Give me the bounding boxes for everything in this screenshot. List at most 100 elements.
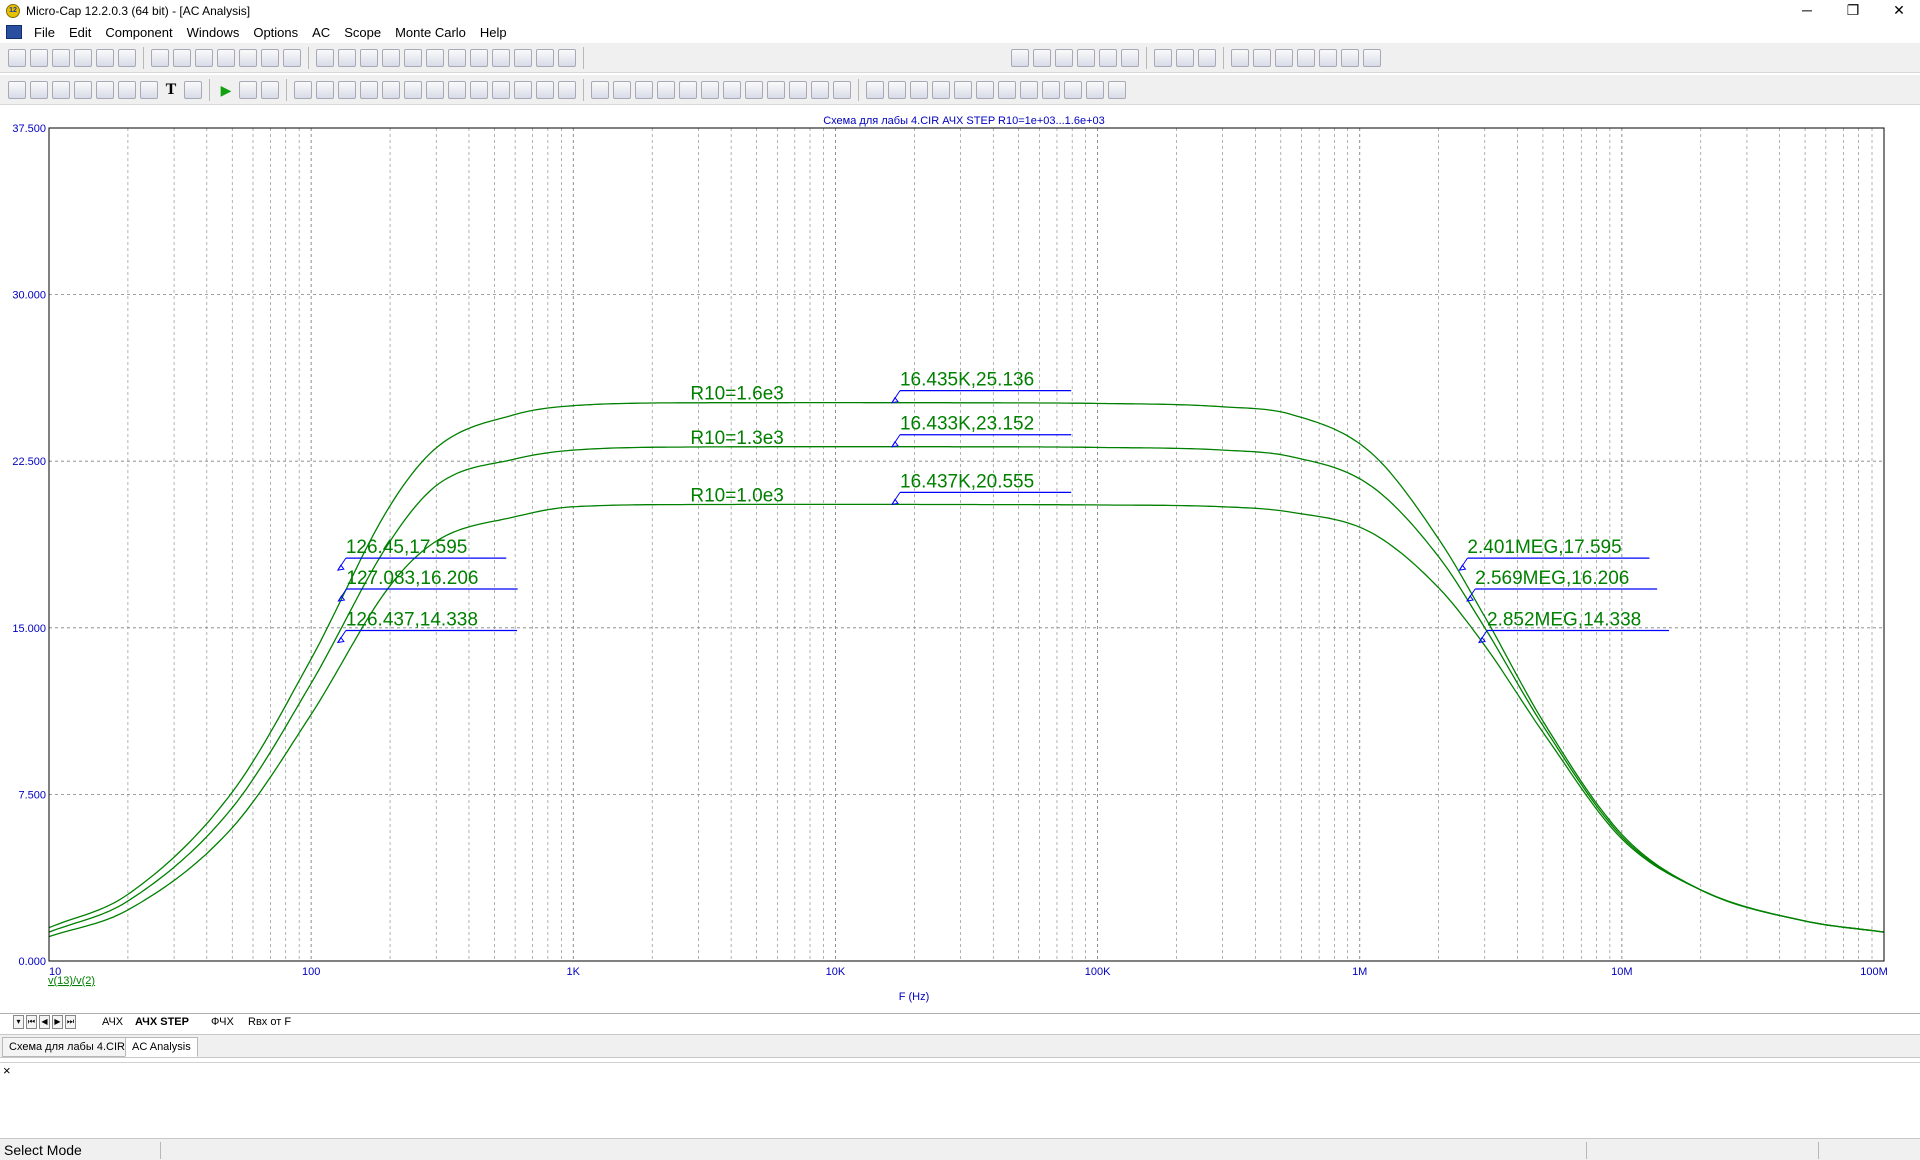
tie-icon[interactable] [558, 48, 576, 67]
battery-icon[interactable] [448, 48, 466, 67]
scale-icon[interactable] [74, 80, 92, 99]
tab-next-icon[interactable]: ▶ [52, 1015, 63, 1029]
point-tag-label[interactable]: 2.852MEG,14.338 [1487, 610, 1641, 631]
high-icon[interactable] [635, 80, 653, 99]
horizontal-tag-icon[interactable] [888, 80, 906, 99]
pan-icon[interactable] [30, 80, 48, 99]
global-low-icon[interactable] [723, 80, 741, 99]
minimize-icon[interactable]: ─ [1784, 0, 1830, 22]
restore-icon[interactable]: ❐ [1830, 0, 1876, 22]
parameters-icon[interactable] [1275, 48, 1293, 67]
point-tag-label[interactable]: 2.569MEG,16.206 [1475, 568, 1629, 589]
select-mode-icon[interactable] [8, 80, 26, 99]
calculator-icon[interactable] [1121, 48, 1139, 67]
plot-icon[interactable] [1341, 48, 1359, 67]
tab-schematic[interactable]: Схема для лабы 4.CIR [2, 1037, 132, 1057]
source-icon[interactable] [492, 48, 510, 67]
page-icon[interactable] [1154, 48, 1172, 67]
component-library-icon[interactable] [1176, 48, 1194, 67]
point-tag-label[interactable]: 127.083,16.206 [346, 568, 478, 589]
tab-first-icon[interactable]: ⏮ [26, 1015, 37, 1029]
color-icon[interactable] [1020, 80, 1038, 99]
print-icon[interactable] [118, 48, 136, 67]
transistor-icon[interactable] [426, 48, 444, 67]
delete-icon[interactable] [261, 48, 279, 67]
redo-icon[interactable] [173, 48, 191, 67]
grid-bold-icon[interactable] [426, 80, 444, 99]
point-tag-label[interactable]: 126.437,14.338 [346, 610, 478, 631]
bottom-icon[interactable] [767, 80, 785, 99]
go-to-y-icon[interactable] [833, 80, 851, 99]
window-icon[interactable] [1077, 48, 1095, 67]
zoom-out-icon[interactable] [536, 80, 554, 99]
tab-achx-step[interactable]: АЧХ STEP [129, 1015, 195, 1030]
zoom-region-icon[interactable] [52, 80, 70, 99]
function-icon[interactable] [140, 80, 158, 99]
curve-label[interactable]: R10=1.0e3 [690, 486, 784, 507]
tile-horizontal-icon[interactable] [1055, 48, 1073, 67]
tab-ac-analysis[interactable]: AC Analysis [125, 1037, 198, 1057]
opamp-icon[interactable] [470, 48, 488, 67]
globe-icon[interactable] [1198, 48, 1216, 67]
output-panel[interactable]: × [0, 1062, 1920, 1138]
cut-icon[interactable] [195, 48, 213, 67]
cursor-peak-icon[interactable] [470, 80, 488, 99]
peak-icon[interactable] [591, 80, 609, 99]
point-tag-label[interactable]: 16.437K,20.555 [900, 471, 1034, 492]
open-file-icon[interactable] [30, 48, 48, 67]
stop-icon[interactable] [239, 80, 257, 99]
tab-last-icon[interactable]: ⏭ [65, 1015, 76, 1029]
run-analysis-icon[interactable] [1319, 48, 1337, 67]
menu-file[interactable]: File [28, 25, 63, 40]
curve-label[interactable]: R10=1.3e3 [690, 428, 784, 449]
inductor-icon[interactable] [382, 48, 400, 67]
menu-scope[interactable]: Scope [338, 25, 389, 40]
point-tag-label[interactable]: 16.433K,23.152 [900, 414, 1034, 435]
copy-icon[interactable] [217, 48, 235, 67]
properties-icon[interactable] [1253, 48, 1271, 67]
grid-icon[interactable] [382, 80, 400, 99]
menu-component[interactable]: Component [99, 25, 180, 40]
back-icon[interactable] [1064, 80, 1082, 99]
undo-icon[interactable] [151, 48, 169, 67]
minor-grid-icon[interactable] [404, 80, 422, 99]
mirror-icon[interactable] [1108, 80, 1126, 99]
menu-help[interactable]: Help [474, 25, 515, 40]
performance-tag-icon[interactable] [932, 80, 950, 99]
separate-plots-icon[interactable] [448, 80, 466, 99]
valley-icon[interactable] [613, 80, 631, 99]
cursor-valley-icon[interactable] [492, 80, 510, 99]
tab-achx[interactable]: АЧХ [96, 1015, 129, 1030]
document-icon[interactable] [6, 25, 22, 39]
go-to-x-icon[interactable] [811, 80, 829, 99]
paste-icon[interactable] [239, 48, 257, 67]
menu-edit[interactable]: Edit [63, 25, 99, 40]
zoom-fit-icon[interactable] [558, 80, 576, 99]
tab-prev-icon[interactable]: ◀ [39, 1015, 50, 1029]
menu-monte-carlo[interactable]: Monte Carlo [389, 25, 474, 40]
capacitor-icon[interactable] [360, 48, 378, 67]
zoom-in-icon[interactable] [514, 80, 532, 99]
close-icon[interactable]: ✕ [1876, 0, 1920, 22]
low-icon[interactable] [657, 80, 675, 99]
point-tag-label[interactable]: 2.401MEG,17.595 [1467, 537, 1621, 558]
top-icon[interactable] [745, 80, 763, 99]
node-icon[interactable] [536, 48, 554, 67]
vertical-tag-icon[interactable] [910, 80, 928, 99]
select-all-icon[interactable] [283, 48, 301, 67]
align-icon[interactable] [1086, 80, 1104, 99]
point-tag-icon[interactable] [866, 80, 884, 99]
front-icon[interactable] [1042, 80, 1060, 99]
menu-windows[interactable]: Windows [181, 25, 248, 40]
point-tag-label[interactable]: 126.45,17.595 [346, 537, 468, 558]
title-icon[interactable] [976, 80, 994, 99]
menu-options[interactable]: Options [247, 25, 306, 40]
tile-vertical-icon[interactable] [1033, 48, 1051, 67]
data-points-icon[interactable] [338, 80, 356, 99]
plot-area[interactable]: 10 100 1K 10K 100K 1M 10M 100M 0.000 7.500 15.000 2… [0, 107, 1920, 1011]
ground-icon[interactable] [316, 48, 334, 67]
analysis-limits-icon[interactable] [1231, 48, 1249, 67]
graph-icon[interactable] [118, 80, 136, 99]
slope-icon[interactable] [789, 80, 807, 99]
properties-icon[interactable] [184, 80, 202, 99]
